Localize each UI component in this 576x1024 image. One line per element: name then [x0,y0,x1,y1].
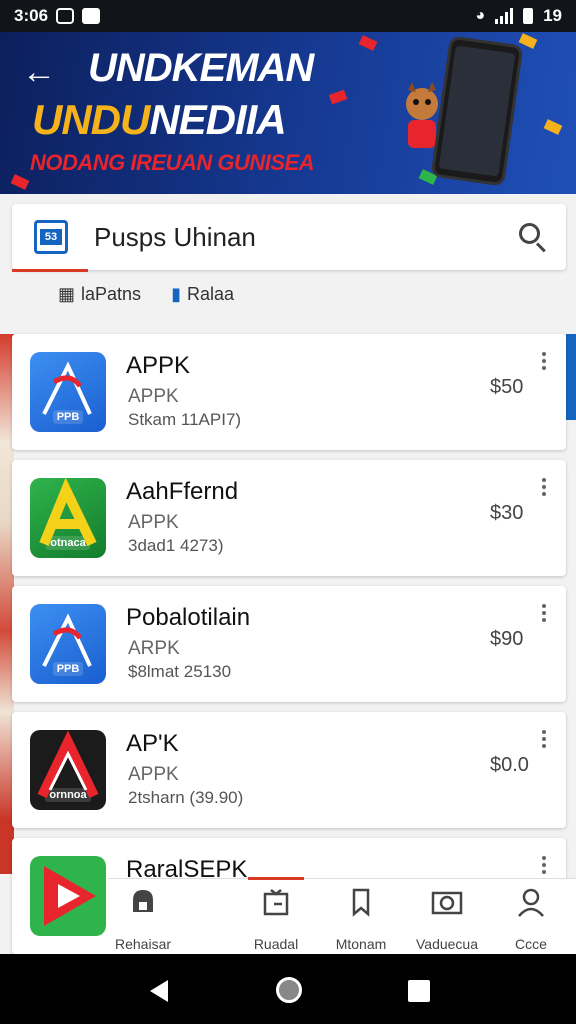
app-name: Pobalotilain [126,604,251,631]
nav-item-store[interactable]: Rehaisar [108,878,178,954]
filter-category[interactable]: ▮ Ralaa [171,284,234,305]
filter-row: ▦ laPatns ▮ Ralaa [58,284,234,305]
app-name: AP'K [126,730,179,757]
inbox-icon [263,889,289,916]
app-icon: ornnoa [30,730,106,810]
system-home-icon[interactable] [276,977,302,1003]
app-icon: PPB [30,352,106,432]
wifi-icon: ◕ [475,7,486,24]
signal-icon [495,8,514,24]
bookmark-icon [352,888,370,917]
filter-sort-label: laPatns [81,284,142,304]
search-underline [12,269,88,272]
nav-item-profile[interactable]: Ccce [500,878,562,954]
bookmark-icon: ▮ [171,284,181,304]
battery-icon [523,8,534,24]
back-arrow-icon[interactable]: ← [22,54,58,90]
nav-item-inbox[interactable]: Ruadal [246,878,306,954]
app-price: $50 [490,376,524,398]
filter-category-label: Ralaa [186,284,234,304]
sort-icon: ▦ [58,284,76,304]
app-subtitle: APPK [128,764,179,785]
search-icon[interactable] [518,222,548,253]
app-meta: $8lmat 25130 [128,662,232,681]
app-price: $90 [490,628,524,650]
banner-title-line2: UNDUNEDIIA [32,96,287,144]
app-name: AahFfernd [126,478,239,505]
store-logo-badge: 53 [40,229,62,245]
app-screen: 3:06 ◕ 19 ← UNDKEMAN UNDUNEDIIA NODANG I… [0,0,576,1024]
nav-label: Ruadal [253,936,299,952]
more-options-icon[interactable] [534,852,554,876]
banner-title-line1: UNDKEMAN [88,46,314,90]
promo-banner[interactable]: ← UNDKEMAN UNDUNEDIIA NODANG IREUAN GUNI… [0,32,576,194]
store-icon [133,890,153,912]
app-list-item[interactable]: ornnoa AP'K APPK 2tsharn (39.90) $0.0 [12,712,566,828]
notification-icon [56,8,75,24]
store-logo-icon: 53 [34,220,68,254]
nav-label: Rehaisar [114,936,172,952]
app-list-item[interactable]: PPB Pobalotilain ARPK $8lmat 25130 $90 [12,586,566,702]
app-list-item[interactable]: PPB APPK APPK Stkam 11API7) $50 [12,334,566,450]
app-icon: PPB [30,604,106,684]
app-icon [30,856,106,936]
camera-icon [431,891,463,915]
system-recents-icon[interactable] [408,980,430,1002]
app-subtitle: ARPK [128,638,180,659]
system-back-icon[interactable] [150,980,168,1002]
banner-subtitle: NODANG IREUAN GUNISEA [30,150,315,175]
person-icon [518,888,544,917]
app-meta: Stkam 11API7) [128,410,242,429]
filter-sort[interactable]: ▦ laPatns [58,284,141,305]
app-price: $30 [490,502,524,524]
app-meta: 2tsharn (39.90) [128,788,244,807]
more-options-icon[interactable] [534,348,554,372]
app-price: $0.0 [490,754,529,776]
banner-title-line2-b: NEDIIA [149,96,286,143]
status-right-text: 19 [543,6,562,25]
message-icon [82,8,101,24]
search-bar[interactable]: 53 Pusps Uhinan [12,204,566,272]
nav-label: Mtonam [335,936,387,952]
app-subtitle: APPK [128,386,179,407]
app-meta: 3dad1 4273) [128,536,224,555]
banner-title-line2-a: UNDU [32,96,150,143]
nav-item-saved[interactable]: Mtonam [326,878,396,954]
nav-label: Vaduecua [415,936,478,952]
app-name: APPK [126,352,191,379]
scroll-indicator [566,334,576,420]
more-options-icon[interactable] [534,474,554,498]
app-subtitle: APPK [128,512,179,533]
status-bar: 3:06 ◕ 19 [0,0,576,32]
nav-label: Ccce [515,936,547,952]
page-title: Pusps Uhinan [94,221,256,252]
more-options-icon[interactable] [534,600,554,624]
status-time: 3:06 [14,6,49,25]
more-options-icon[interactable] [534,726,554,750]
app-list-item[interactable]: otnaca AahFfernd APPK 3dad1 4273) $30 [12,460,566,576]
nav-item-media[interactable]: Vaduecua [410,878,484,954]
app-icon: otnaca [30,478,106,558]
phone-illustration [430,35,524,187]
